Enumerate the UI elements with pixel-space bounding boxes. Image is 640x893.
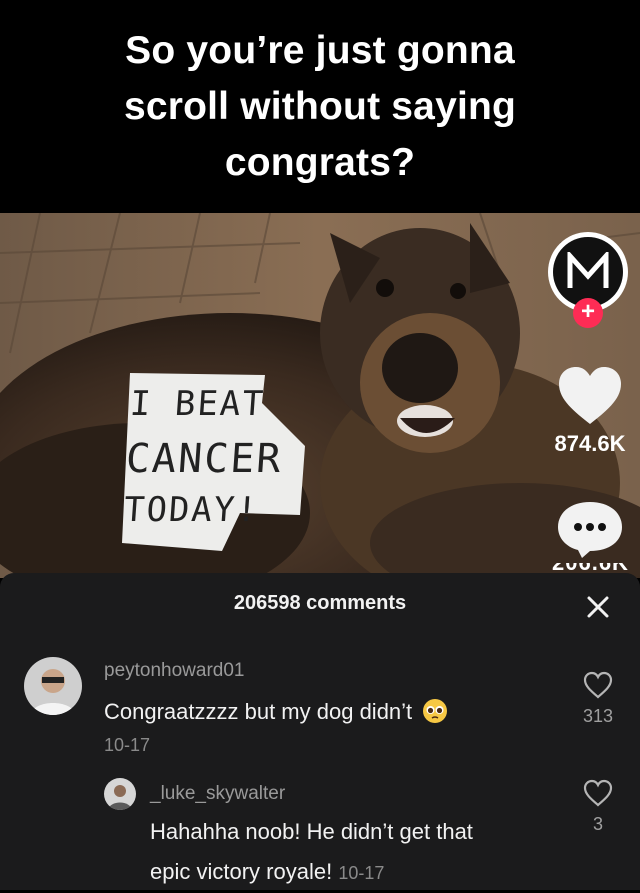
- sign-line-3: TODAY!: [122, 490, 261, 530]
- caption-banner: So you’re just gonna scroll without sayi…: [0, 0, 640, 213]
- comment-bubble-icon[interactable]: [554, 498, 626, 560]
- avatar[interactable]: [104, 778, 136, 810]
- sign-card: I BEAT CANCER TODAY!: [122, 374, 304, 544]
- comment-username[interactable]: peytonhoward01: [104, 660, 245, 682]
- comment-text-line-2-body: epic victory royale!: [150, 859, 333, 884]
- avatar[interactable]: [24, 657, 82, 715]
- comment-text-line-2: epic victory royale! 10-17: [150, 852, 473, 893]
- sign-line-2: CANCER: [124, 436, 285, 482]
- follow-button[interactable]: +: [573, 298, 603, 328]
- comment-like-count: 313: [582, 706, 614, 726]
- comment-text: Congraatzzzz but my dog didn’t: [104, 692, 448, 732]
- like-count: 874.6K: [554, 431, 626, 456]
- comment-count-partial: 206.6K: [552, 563, 640, 573]
- heart-like-icon[interactable]: [555, 364, 625, 428]
- comment-date: 10-17: [338, 863, 385, 883]
- sign-line-1: I BEAT: [128, 384, 267, 424]
- close-icon[interactable]: [584, 593, 612, 621]
- pleading-face-emoji-icon: [423, 699, 448, 723]
- user-avatar-photo-icon: [24, 657, 82, 715]
- video-frame[interactable]: [0, 213, 640, 578]
- heart-outline-icon[interactable]: [582, 778, 614, 808]
- heart-outline-icon[interactable]: [582, 670, 614, 700]
- comment-text: Hahahha noob! He didn’t get that epic vi…: [150, 812, 473, 893]
- creator-avatar-logo: [553, 237, 623, 307]
- comment-date: 10-17: [104, 735, 151, 755]
- comments-title: 206598 comments: [233, 592, 407, 614]
- comment-text-line-1: Hahahha noob! He didn’t get that: [150, 819, 473, 844]
- user-avatar-photo-icon: [104, 778, 136, 810]
- comment-text-body: Congraatzzzz but my dog didn’t: [104, 699, 413, 724]
- comment-like-count: 3: [592, 814, 603, 834]
- dog-photo: [0, 213, 640, 578]
- caption-text: So you’re just gonna scroll without sayi…: [123, 28, 517, 184]
- comment-username[interactable]: _luke_skywalter: [150, 783, 285, 805]
- m-logo-icon: [567, 252, 609, 288]
